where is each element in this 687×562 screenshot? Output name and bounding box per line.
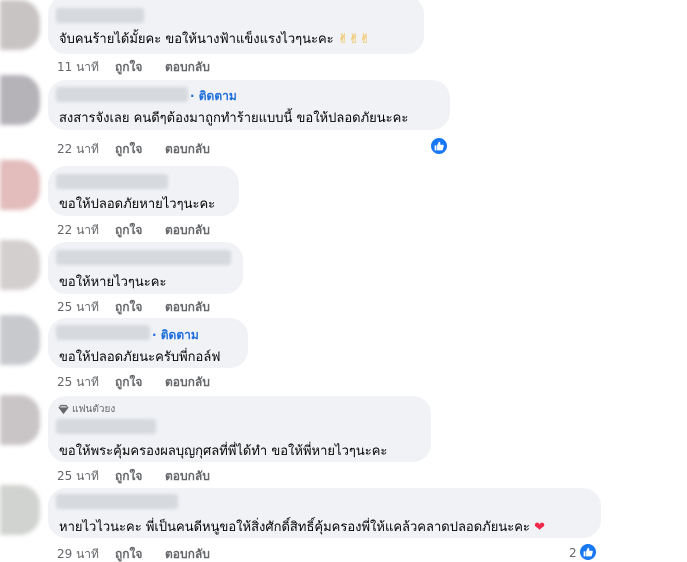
comment-time[interactable]: 11 นาที: [57, 58, 115, 77]
avatar[interactable]: [0, 160, 40, 210]
like-button[interactable]: ถูกใจ: [115, 545, 165, 562]
avatar[interactable]: [0, 395, 40, 445]
reply-button[interactable]: ตอบกลับ: [165, 373, 210, 392]
comment-time[interactable]: 25 นาที: [57, 298, 115, 317]
comment-actions: 25 นาที ถูกใจ ตอบกลับ: [57, 467, 210, 486]
comment-text: ขอให้พระคุ้มครองผลบุญกุศลที่พี่ได้ทำ ขอใ…: [59, 444, 388, 459]
reply-button[interactable]: ตอบกลับ: [165, 298, 210, 317]
author-name[interactable]: [56, 325, 150, 340]
comment-time[interactable]: 25 นาที: [57, 467, 115, 486]
comment-text: ขอให้หายไวๆนะคะ: [59, 275, 167, 290]
comment-text: หายไวไวนะคะ พี่เป็นคนดีหนูขอให้สิ่งศักดิ…: [59, 520, 545, 535]
victory-emoji: ✌✌✌: [337, 32, 371, 47]
like-button[interactable]: ถูกใจ: [115, 58, 165, 77]
avatar[interactable]: [0, 315, 40, 365]
fan-badge-label: แฟนตัวยง: [72, 404, 116, 415]
like-button[interactable]: ถูกใจ: [115, 221, 165, 240]
comment-bubble: แฟนตัวยง ขอให้พระคุ้มครองผลบุญกุศลที่พี่…: [48, 396, 431, 462]
reply-button[interactable]: ตอบกลับ: [165, 221, 210, 240]
like-reaction-icon[interactable]: [579, 543, 597, 561]
comment-actions: 22 นาที ถูกใจ ตอบกลับ: [57, 140, 210, 159]
author-name[interactable]: [56, 8, 144, 23]
comment-time[interactable]: 22 นาที: [57, 140, 115, 159]
avatar[interactable]: [0, 485, 40, 535]
avatar-column: [0, 0, 44, 562]
comment-text: ขอให้ปลอดภัยหายไวๆนะคะ: [59, 197, 216, 212]
comment-bubble: ขอให้หายไวๆนะคะ: [48, 242, 243, 294]
like-button[interactable]: ถูกใจ: [115, 140, 165, 159]
comment-bubble: · ติดตาม สงสารจังเลย คนดีๆต้องมาถูกทำร้า…: [48, 80, 450, 130]
author-name[interactable]: [56, 174, 168, 189]
comment-actions: 25 นาที ถูกใจ ตอบกลับ: [57, 373, 210, 392]
reply-button[interactable]: ตอบกลับ: [165, 140, 210, 159]
comment-time[interactable]: 29 นาที: [57, 545, 115, 562]
follow-link[interactable]: · ติดตาม: [152, 326, 199, 345]
comment-text: สงสารจังเลย คนดีๆต้องมาถูกทำร้ายแบบนี้ ข…: [59, 111, 409, 126]
reaction-count[interactable]: 2: [569, 546, 577, 560]
reply-button[interactable]: ตอบกลับ: [165, 467, 210, 486]
like-button[interactable]: ถูกใจ: [115, 467, 165, 486]
like-button[interactable]: ถูกใจ: [115, 298, 165, 317]
fan-badge-icon: [58, 404, 69, 415]
comment-text: ขอให้ปลอดภัยนะครับพี่กอล์ฟ: [59, 350, 221, 365]
comment-bubble: · ติดตาม ขอให้ปลอดภัยนะครับพี่กอล์ฟ: [48, 318, 248, 368]
reply-button[interactable]: ตอบกลับ: [165, 58, 210, 77]
comment-actions: 11 นาที ถูกใจ ตอบกลับ: [57, 58, 210, 77]
comment-bubble: จับคนร้ายได้มั้ยคะ ขอให้นางฟ้าแข็งแรงไวๆ…: [48, 0, 424, 54]
avatar[interactable]: [0, 75, 40, 125]
avatar[interactable]: [0, 240, 40, 290]
follow-link[interactable]: · ติดตาม: [190, 87, 237, 106]
comment-time[interactable]: 25 นาที: [57, 373, 115, 392]
comment-actions: 29 นาที ถูกใจ ตอบกลับ: [57, 545, 210, 562]
fan-badge: แฟนตัวยง: [58, 402, 115, 417]
author-name[interactable]: [56, 87, 188, 102]
like-reaction-icon[interactable]: [430, 137, 448, 155]
comment-actions: 22 นาที ถูกใจ ตอบกลับ: [57, 221, 210, 240]
comment-bubble: ขอให้ปลอดภัยหายไวๆนะคะ: [48, 166, 239, 216]
comment-time[interactable]: 22 นาที: [57, 221, 115, 240]
like-button[interactable]: ถูกใจ: [115, 373, 165, 392]
comment-actions: 25 นาที ถูกใจ ตอบกลับ: [57, 298, 210, 317]
heart-emoji: ❤: [534, 520, 545, 535]
author-name[interactable]: [56, 419, 156, 434]
comment-text: จับคนร้ายได้มั้ยคะ ขอให้นางฟ้าแข็งแรงไวๆ…: [59, 32, 371, 47]
reply-button[interactable]: ตอบกลับ: [165, 545, 210, 562]
author-name[interactable]: [56, 494, 178, 509]
comment-bubble: หายไวไวนะคะ พี่เป็นคนดีหนูขอให้สิ่งศักดิ…: [48, 488, 601, 538]
author-name[interactable]: [56, 250, 231, 265]
avatar[interactable]: [0, 0, 40, 50]
